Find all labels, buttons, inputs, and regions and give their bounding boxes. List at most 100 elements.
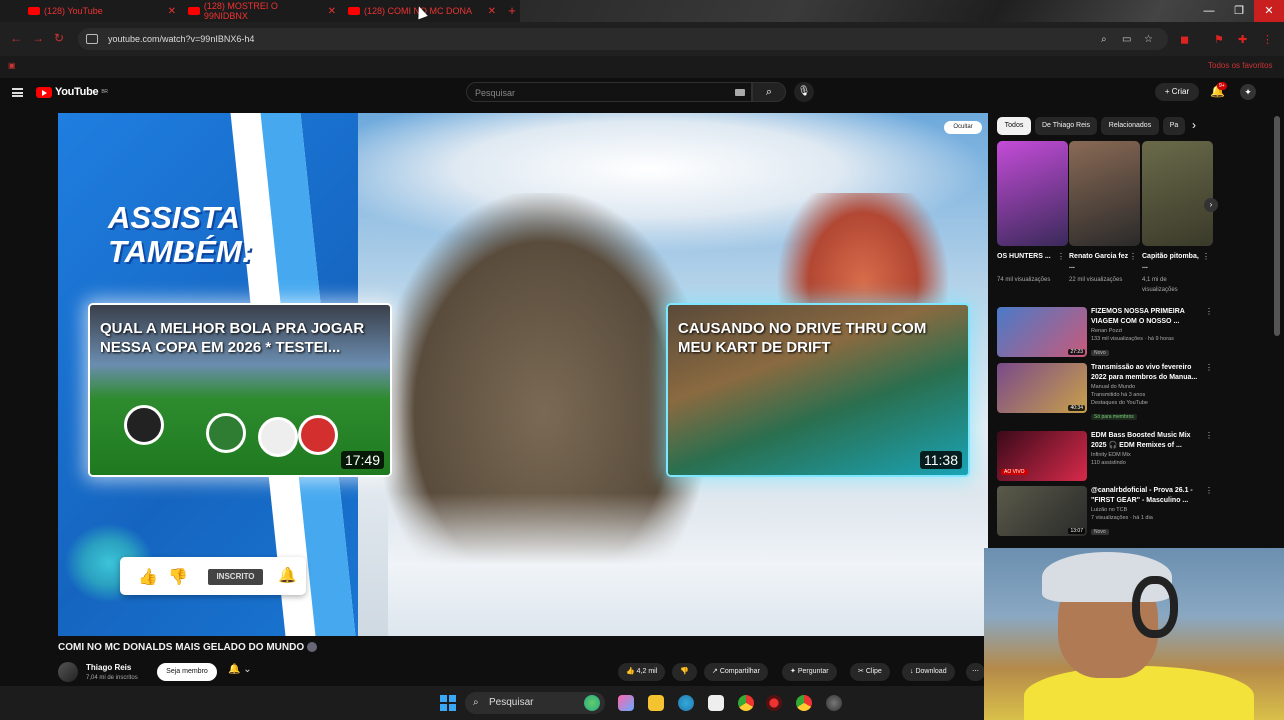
recommendation-item[interactable]: 27:23 FIZEMOS NOSSA PRIMEIRA VIAGEM COM O… [997, 307, 1215, 359]
short-thumbnail[interactable] [1069, 141, 1140, 246]
youtube-logo[interactable]: YouTube BR [36, 86, 108, 98]
recommendation-channel[interactable]: Infinity EDM Mix [1091, 451, 1203, 459]
more-actions-button[interactable]: ⋯ [966, 663, 985, 681]
chip-from-channel[interactable]: De Thiago Reis [1035, 117, 1097, 135]
short-title[interactable]: OS HUNTERS ... [997, 252, 1057, 262]
chrome-icon[interactable] [796, 695, 812, 711]
recommendation-thumbnail[interactable]: 40:34 [997, 363, 1087, 413]
zoom-icon[interactable]: ⌕ [1101, 34, 1107, 45]
recommendation-item[interactable]: EDM Bass Boosted Music Mix 2025 🎧 EDM Re… [997, 431, 1215, 483]
bookmark-star-icon[interactable]: ☆ [1144, 34, 1153, 45]
windows-start-icon[interactable] [440, 695, 456, 711]
recommendation-title[interactable]: EDM Bass Boosted Music Mix 2025 🎧 EDM Re… [1091, 431, 1203, 450]
join-button[interactable]: Seja membro [157, 663, 217, 681]
minimize-button[interactable]: — [1194, 0, 1224, 22]
tab-youtube-home[interactable]: (128) YouTube ✕ [22, 2, 182, 20]
short-thumbnail[interactable] [1142, 141, 1213, 246]
forward-icon[interactable]: → [32, 31, 44, 45]
widgets-icon[interactable] [584, 695, 600, 711]
app-icon[interactable] [826, 695, 842, 711]
reload-icon[interactable]: ↻ [54, 31, 64, 45]
short-title[interactable]: Capitão pitomba, ... [1142, 252, 1202, 272]
channel-name[interactable]: Thiago Reis [86, 663, 131, 672]
file-explorer-icon[interactable] [648, 695, 664, 711]
search-input[interactable]: Pesquisar [466, 82, 752, 102]
recommendation-meta: Infinity EDM Mix 110 assistindo [1091, 451, 1203, 467]
chevron-right-icon[interactable]: › [1192, 118, 1196, 132]
recommendation-stats: Transmitido há 3 anos [1091, 392, 1146, 398]
chip-all[interactable]: Todos [997, 117, 1031, 135]
search-button[interactable]: ⌕ [752, 82, 786, 102]
recommendation-title[interactable]: Transmissão ao vivo fevereiro 2022 para … [1091, 363, 1203, 382]
end-screen-video-card[interactable]: CAUSANDO NO DRIVE THRU COM MEU KART DE D… [668, 305, 968, 475]
recommendation-item[interactable]: 40:34 Transmissão ao vivo fevereiro 2022 … [997, 363, 1215, 420]
close-tab-icon[interactable]: ✕ [328, 6, 336, 17]
recommendation-more-icon[interactable]: ⋮ [1205, 431, 1213, 440]
cast-icon[interactable]: ▭ [1122, 34, 1131, 45]
extension-icon[interactable]: ◼ [1180, 33, 1189, 46]
store-icon[interactable] [708, 695, 724, 711]
all-bookmarks-link[interactable]: Todos os favoritos [1208, 61, 1272, 70]
back-icon[interactable]: ← [10, 31, 22, 45]
hide-overlay-chip[interactable]: Ocultar [944, 121, 982, 134]
recommendation-more-icon[interactable]: ⋮ [1205, 363, 1213, 372]
account-avatar[interactable]: ✦ [1240, 84, 1256, 100]
channel-avatar[interactable] [58, 662, 78, 682]
chip-related[interactable]: Relacionados [1101, 117, 1159, 135]
dislike-icon: 👎 [168, 569, 188, 586]
edge-icon[interactable] [678, 695, 694, 711]
hamburger-menu-icon[interactable] [12, 88, 23, 97]
extension-icon[interactable]: ✚ [1238, 33, 1247, 46]
close-tab-icon[interactable]: ✕ [168, 6, 176, 17]
card-title: CAUSANDO NO DRIVE THRU COM MEU KART DE D… [678, 320, 927, 356]
recommendation-thumbnail[interactable]: 13:07 [997, 486, 1087, 536]
short-more-icon[interactable]: ⋮ [1202, 252, 1210, 261]
site-info-icon[interactable] [86, 34, 98, 44]
bookmark-icon[interactable]: ▣ [8, 61, 16, 70]
recommendation-more-icon[interactable]: ⋮ [1205, 307, 1213, 316]
recommendation-more-icon[interactable]: ⋮ [1205, 486, 1213, 495]
download-button[interactable]: ↓ Download [902, 663, 955, 681]
short-more-icon[interactable]: ⋮ [1057, 252, 1065, 261]
keyboard-icon[interactable] [735, 89, 745, 96]
short-thumbnail[interactable] [997, 141, 1068, 246]
headset-art [1132, 576, 1178, 638]
tab-mostrei[interactable]: (128) MOSTREI O 99NIDBNX ✕ [182, 1, 342, 21]
close-tab-icon[interactable]: ✕ [488, 6, 496, 17]
recommendation-channel[interactable]: Manual do Mundo [1091, 383, 1203, 391]
chrome-icon[interactable] [738, 695, 754, 711]
shorts-next-button[interactable]: › [1204, 198, 1218, 212]
short-more-icon[interactable]: ⋮ [1129, 252, 1137, 261]
ask-button[interactable]: ✦ Perguntar [782, 663, 837, 681]
short-title[interactable]: Renato Garcia fez ... [1069, 252, 1129, 272]
recommendation-item[interactable]: 13:07 @canalrbdoficial - Prova 26.1 - "FI… [997, 486, 1215, 538]
subscription-bell-icon[interactable]: 🔔 ⌄ [228, 664, 252, 675]
youtube-favicon-icon [348, 7, 360, 15]
sparkle-icon: ✦ [790, 668, 796, 675]
recommendation-title[interactable]: @canalrbdoficial - Prova 26.1 - "FIRST G… [1091, 486, 1203, 505]
like-icon: 👍 [626, 668, 635, 675]
copilot-icon[interactable] [618, 695, 634, 711]
recorder-icon[interactable] [766, 695, 782, 711]
clip-button[interactable]: ✂ Clipe [850, 663, 890, 681]
scrollbar-thumb[interactable] [1274, 116, 1280, 336]
end-screen-video-card[interactable]: QUAL A MELHOR BOLA PRA JOGAR NESSA COPA … [90, 305, 390, 475]
like-button[interactable]: 👍 4,2 mil [618, 663, 666, 681]
card-title: QUAL A MELHOR BOLA PRA JOGAR NESSA COPA … [100, 320, 365, 356]
recommendation-thumbnail[interactable]: 27:23 [997, 307, 1087, 357]
share-button[interactable]: ↗ Compartilhar [704, 663, 768, 681]
recommendation-channel[interactable]: Renan Pozzi [1091, 327, 1203, 335]
dislike-button[interactable]: 👎 [672, 663, 697, 681]
new-tab-button[interactable]: + [505, 4, 519, 18]
recommendation-channel[interactable]: Luizão no TCB [1091, 506, 1203, 514]
create-button[interactable]: + Criar [1155, 83, 1199, 101]
url-field[interactable]: youtube.com/watch?v=99nIBNX6-h4 [78, 28, 1168, 50]
video-player[interactable]: ASSISTA TAMBÉM: QUAL A MELHOR BOLA PRA J… [58, 113, 988, 636]
extension-icon[interactable]: ⚑ [1214, 33, 1224, 46]
voice-search-button[interactable]: 🎙 [794, 82, 814, 102]
chip-more[interactable]: Pa [1163, 117, 1185, 135]
maximize-button[interactable]: ❐ [1224, 0, 1254, 22]
browser-menu-icon[interactable]: ⋮ [1262, 33, 1273, 46]
recommendation-title[interactable]: FIZEMOS NOSSA PRIMEIRA VIAGEM COM O NOSS… [1091, 307, 1203, 326]
close-window-button[interactable]: ✕ [1254, 0, 1284, 22]
